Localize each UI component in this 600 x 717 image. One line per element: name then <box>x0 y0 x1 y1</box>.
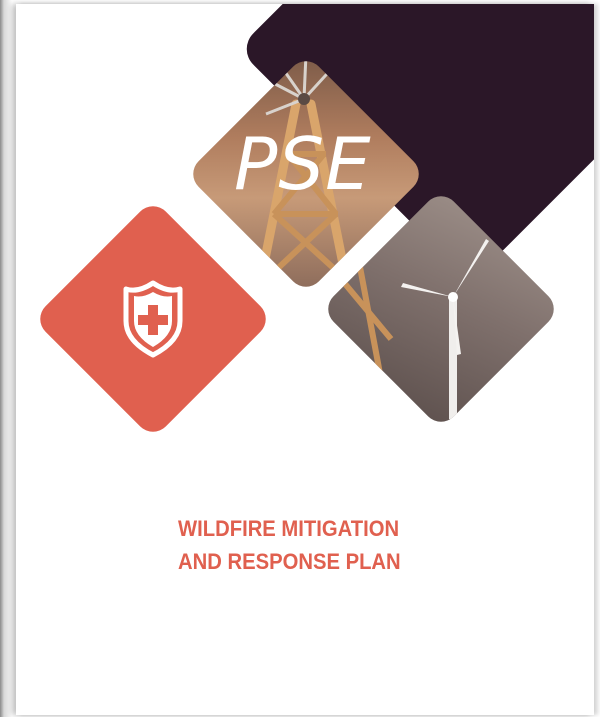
title-line-1: WILDFIRE MITIGATION <box>178 516 400 541</box>
logo-text: PSE <box>234 122 372 206</box>
shield-tile <box>32 198 274 440</box>
document-cover: PSE WILDFIRE MITIGATION AND RESPONSE PLA… <box>16 4 594 715</box>
shield-cross-icon <box>123 280 183 358</box>
document-title: WILDFIRE MITIGATION AND RESPONSE PLAN <box>178 512 401 578</box>
title-line-2: AND RESPONSE PLAN <box>178 549 401 574</box>
